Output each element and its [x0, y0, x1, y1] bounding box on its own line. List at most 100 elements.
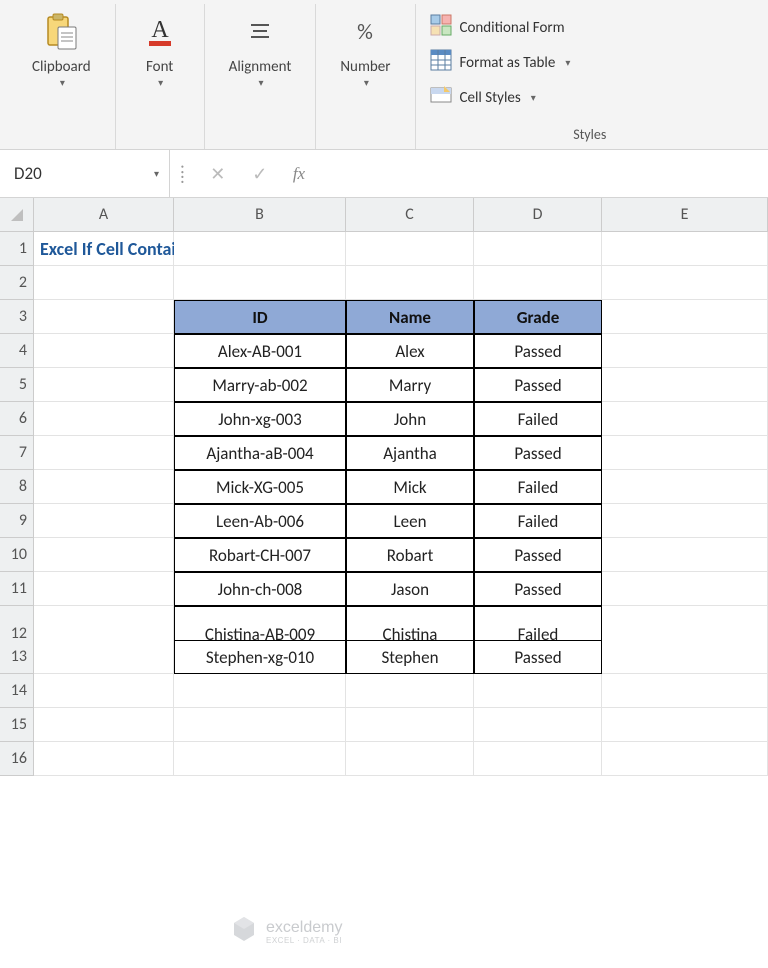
- cell-C6[interactable]: John: [346, 402, 474, 436]
- row-header-1[interactable]: 1: [0, 232, 34, 266]
- cell-C16[interactable]: [346, 742, 474, 776]
- cell-C4[interactable]: Alex: [346, 334, 474, 368]
- cell-D7[interactable]: Passed: [474, 436, 602, 470]
- cell-D11[interactable]: Passed: [474, 572, 602, 606]
- cell-E16[interactable]: [602, 742, 768, 776]
- row-header-13[interactable]: 13: [0, 640, 34, 674]
- cell-C2[interactable]: [346, 266, 474, 300]
- cell-A4[interactable]: [34, 334, 174, 368]
- cell-C11[interactable]: Jason: [346, 572, 474, 606]
- cell-E2[interactable]: [602, 266, 768, 300]
- cell-B1[interactable]: [174, 232, 346, 266]
- cell-B11[interactable]: John-ch-008: [174, 572, 346, 606]
- cell-B4[interactable]: Alex-AB-001: [174, 334, 346, 368]
- cell-C8[interactable]: Mick: [346, 470, 474, 504]
- cell-B9[interactable]: Leen-Ab-006: [174, 504, 346, 538]
- cell-D1[interactable]: [474, 232, 602, 266]
- cell-B6[interactable]: John-xg-003: [174, 402, 346, 436]
- cell-E11[interactable]: [602, 572, 768, 606]
- cell-E8[interactable]: [602, 470, 768, 504]
- cell-D10[interactable]: Passed: [474, 538, 602, 572]
- cell-B5[interactable]: Marry-ab-002: [174, 368, 346, 402]
- cell-E13[interactable]: [602, 640, 768, 674]
- cell-C3[interactable]: Name: [346, 300, 474, 334]
- cell-E6[interactable]: [602, 402, 768, 436]
- row-header-5[interactable]: 5: [0, 368, 34, 402]
- cell-D16[interactable]: [474, 742, 602, 776]
- cell-D4[interactable]: Passed: [474, 334, 602, 368]
- cell-A5[interactable]: [34, 368, 174, 402]
- cell-A7[interactable]: [34, 436, 174, 470]
- cell-D3[interactable]: Grade: [474, 300, 602, 334]
- cell-D5[interactable]: Passed: [474, 368, 602, 402]
- cancel-formula-button[interactable]: ✕: [197, 163, 239, 185]
- column-header-E[interactable]: E: [602, 198, 768, 232]
- row-header-3[interactable]: 3: [0, 300, 34, 334]
- cell-A11[interactable]: [34, 572, 174, 606]
- column-header-C[interactable]: C: [346, 198, 474, 232]
- cell-B14[interactable]: [174, 674, 346, 708]
- paste-button[interactable]: Clipboard ▾: [26, 8, 97, 93]
- row-header-10[interactable]: 10: [0, 538, 34, 572]
- cell-E14[interactable]: [602, 674, 768, 708]
- cell-E1[interactable]: [602, 232, 768, 266]
- cell-C1[interactable]: [346, 232, 474, 266]
- cell-A6[interactable]: [34, 402, 174, 436]
- cell-A15[interactable]: [34, 708, 174, 742]
- row-header-14[interactable]: 14: [0, 674, 34, 708]
- cell-B3[interactable]: ID: [174, 300, 346, 334]
- cell-B7[interactable]: Ajantha-aB-004: [174, 436, 346, 470]
- cell-C13[interactable]: Stephen: [346, 640, 474, 674]
- cell-C15[interactable]: [346, 708, 474, 742]
- cell-A16[interactable]: [34, 742, 174, 776]
- select-all-corner[interactable]: [0, 198, 34, 232]
- cell-C9[interactable]: Leen: [346, 504, 474, 538]
- cell-A13[interactable]: [34, 640, 174, 674]
- row-header-8[interactable]: 8: [0, 470, 34, 504]
- cell-A8[interactable]: [34, 470, 174, 504]
- cell-A2[interactable]: [34, 266, 174, 300]
- column-header-D[interactable]: D: [474, 198, 602, 232]
- cell-B2[interactable]: [174, 266, 346, 300]
- cell-B13[interactable]: Stephen-xg-010: [174, 640, 346, 674]
- row-header-9[interactable]: 9: [0, 504, 34, 538]
- cell-styles-button[interactable]: Cell Styles ▾: [428, 80, 538, 115]
- cell-D15[interactable]: [474, 708, 602, 742]
- cell-B16[interactable]: [174, 742, 346, 776]
- cell-A10[interactable]: [34, 538, 174, 572]
- column-header-A[interactable]: A: [34, 198, 174, 232]
- cell-D9[interactable]: Failed: [474, 504, 602, 538]
- alignment-button[interactable]: Alignment ▾: [223, 8, 298, 93]
- cell-D2[interactable]: [474, 266, 602, 300]
- cell-A3[interactable]: [34, 300, 174, 334]
- cell-B8[interactable]: Mick-XG-005: [174, 470, 346, 504]
- format-as-table-button[interactable]: Format as Table ▾: [428, 45, 573, 80]
- row-header-4[interactable]: 4: [0, 334, 34, 368]
- cell-C7[interactable]: Ajantha: [346, 436, 474, 470]
- name-box[interactable]: D20 ▾: [0, 150, 170, 197]
- cell-E7[interactable]: [602, 436, 768, 470]
- cell-D14[interactable]: [474, 674, 602, 708]
- row-header-2[interactable]: 2: [0, 266, 34, 300]
- font-button[interactable]: A Font ▾: [134, 8, 186, 93]
- cell-E4[interactable]: [602, 334, 768, 368]
- confirm-formula-button[interactable]: ✓: [239, 163, 281, 185]
- cell-D13[interactable]: Passed: [474, 640, 602, 674]
- cell-E15[interactable]: [602, 708, 768, 742]
- cell-A9[interactable]: [34, 504, 174, 538]
- cell-C14[interactable]: [346, 674, 474, 708]
- conditional-formatting-button[interactable]: Conditional Form: [428, 10, 567, 45]
- cell-C5[interactable]: Marry: [346, 368, 474, 402]
- cell-B10[interactable]: Robart-CH-007: [174, 538, 346, 572]
- row-header-15[interactable]: 15: [0, 708, 34, 742]
- cell-A14[interactable]: [34, 674, 174, 708]
- row-header-11[interactable]: 11: [0, 572, 34, 606]
- row-header-16[interactable]: 16: [0, 742, 34, 776]
- cell-E5[interactable]: [602, 368, 768, 402]
- cell-D8[interactable]: Failed: [474, 470, 602, 504]
- cell-D6[interactable]: Failed: [474, 402, 602, 436]
- formula-input[interactable]: [317, 150, 768, 197]
- cell-B15[interactable]: [174, 708, 346, 742]
- fx-icon[interactable]: fx: [281, 164, 317, 184]
- cell-C10[interactable]: Robart: [346, 538, 474, 572]
